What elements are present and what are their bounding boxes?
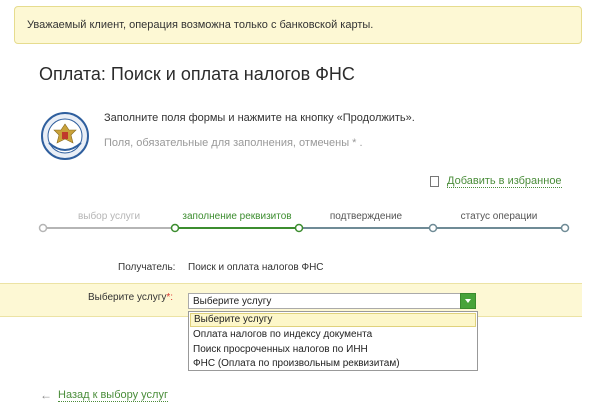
- step-label-service-choice: выбор услуги: [77, 211, 141, 222]
- step-dot-1: [38, 223, 48, 233]
- required-mark: *:: [166, 292, 174, 303]
- step-label-operation-status: статус операции: [460, 211, 538, 222]
- progress-stepper: выбор услуги заполнение реквизитов подтв…: [0, 205, 600, 237]
- page-title: Оплата: Поиск и оплата налогов ФНС: [39, 64, 355, 84]
- required-fields-note: Поля, обязательные для заполнения, отмеч…: [104, 137, 363, 149]
- service-option-overdue-by-inn[interactable]: Поиск просроченных налогов по ИНН: [189, 343, 477, 358]
- recipient-value: Поиск и оплата налогов ФНС: [188, 262, 324, 273]
- service-label: Выберите услугу*:: [88, 292, 173, 303]
- service-select[interactable]: Выберите услугу: [188, 293, 476, 309]
- service-option-choose[interactable]: Выберите услугу: [190, 313, 476, 327]
- service-dropdown-list: Выберите услугу Оплата налогов по индекс…: [188, 311, 478, 371]
- notice-text: Уважаемый клиент, операция возможна толь…: [27, 19, 374, 31]
- add-to-favorites-label: Добавить в избранное: [447, 175, 562, 188]
- service-label-text: Выберите услугу: [88, 292, 167, 303]
- back-to-services-link[interactable]: ← Назад к выбору услуг: [40, 388, 168, 402]
- step-label-fill-details: заполнение реквизитов: [182, 211, 292, 222]
- recipient-label: Получатель:: [118, 262, 176, 273]
- service-select-value: Выберите услугу: [193, 296, 272, 307]
- step-dot-5: [560, 223, 570, 233]
- bookmark-icon: [430, 176, 439, 187]
- step-dot-4: [428, 223, 438, 233]
- step-label-confirmation: подтверждение: [329, 211, 403, 222]
- chevron-down-icon[interactable]: [460, 293, 476, 309]
- step-dot-3: [294, 223, 304, 233]
- service-option-arbitrary-details[interactable]: ФНС (Оплата по произвольным реквизитам): [189, 357, 477, 372]
- form-instruction: Заполните поля формы и нажмите на кнопку…: [104, 112, 415, 124]
- arrow-left-icon: ←: [40, 388, 52, 402]
- add-to-favorites-link[interactable]: Добавить в избранное: [430, 175, 562, 188]
- step-dot-2: [170, 223, 180, 233]
- back-to-services-label: Назад к выбору услуг: [58, 388, 168, 402]
- fns-emblem-icon: [41, 112, 89, 160]
- notice-banner: Уважаемый клиент, операция возможна толь…: [14, 6, 582, 44]
- service-option-by-document-index[interactable]: Оплата налогов по индексу документа: [189, 328, 477, 343]
